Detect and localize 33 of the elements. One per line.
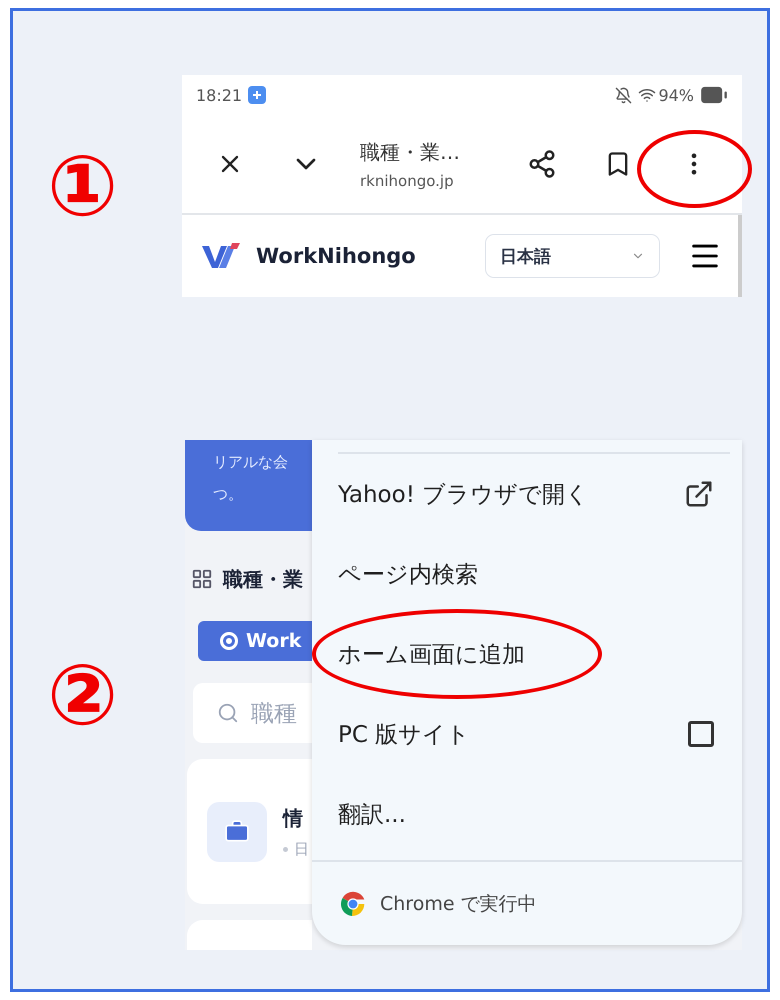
section-title: 職種・業 <box>223 566 303 592</box>
status-time: 18:21 <box>196 86 242 104</box>
menu-item[interactable]: Yahoo! ブラウザで開く <box>312 454 742 534</box>
battery-percent: 94% <box>658 86 694 104</box>
brand-name: WorkNihongo <box>256 244 417 268</box>
external-link-icon <box>684 479 714 509</box>
banner-text: リアルな会 <box>213 452 289 473</box>
menu-item[interactable]: 翻訳... <box>312 774 742 854</box>
app-icon <box>248 86 266 104</box>
menu-item[interactable]: ホーム画面に追加 <box>312 614 742 694</box>
bullet-dot <box>283 846 288 852</box>
menu-item[interactable]: ページ内検索 <box>312 534 742 614</box>
card-meta: 日 <box>294 840 309 858</box>
bell-off-icon <box>615 86 632 104</box>
job-card[interactable]: 情 日 <box>187 759 312 904</box>
menu-footer: Chrome で実行中 <box>380 890 537 916</box>
step-marker: ① <box>46 144 120 228</box>
page-title: 職種・業… <box>360 138 461 166</box>
briefcase-icon <box>224 818 250 844</box>
share-icon[interactable] <box>527 149 557 179</box>
menu-item[interactable]: PC 版サイト <box>312 694 742 774</box>
chrome-icon <box>340 890 366 916</box>
language-select[interactable]: 日本語 <box>485 234 660 278</box>
card-title: 情 <box>283 804 304 832</box>
wifi-icon <box>638 86 656 104</box>
banner-text: つ。 <box>213 484 244 505</box>
page-url: rknihongo.jp <box>360 172 455 190</box>
grid-icon <box>191 568 213 590</box>
checkbox[interactable] <box>688 721 714 747</box>
search-icon <box>217 702 239 724</box>
filter-chip[interactable]: Work <box>198 621 312 661</box>
logo-icon <box>202 243 240 269</box>
step-marker: ② <box>46 653 120 737</box>
